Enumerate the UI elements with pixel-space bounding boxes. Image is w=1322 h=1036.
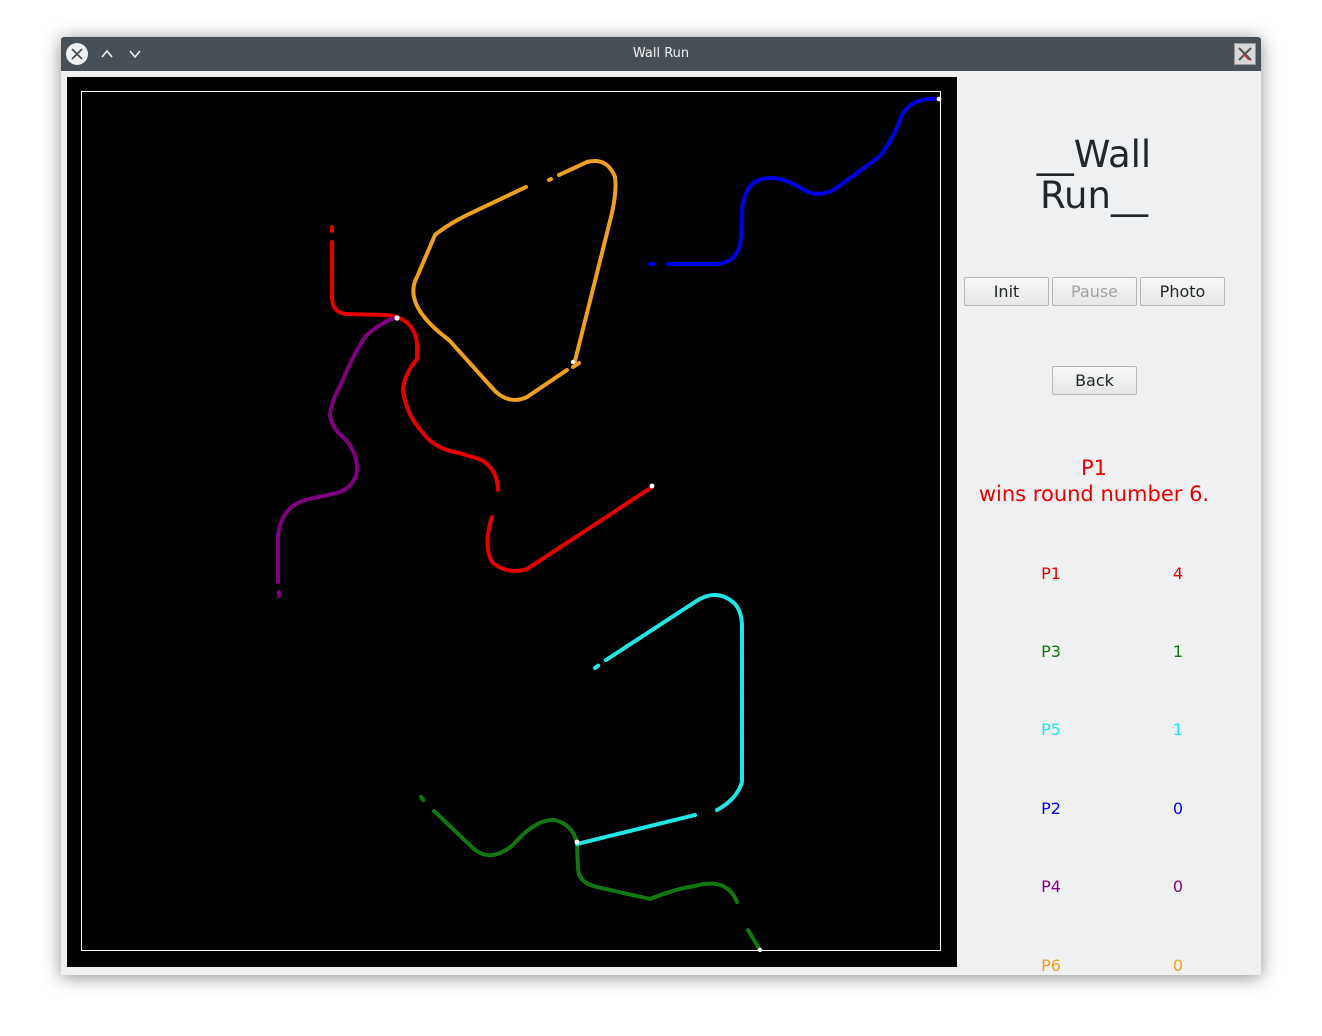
arena-border — [81, 91, 941, 951]
score-value: 1 — [1172, 642, 1184, 661]
score-value: 0 — [1172, 956, 1184, 975]
trail-p3 — [419, 795, 762, 952]
score-value: 0 — [1172, 877, 1184, 896]
title-bar[interactable]: Wall Run — [61, 37, 1261, 71]
winner-player: P1 — [1080, 456, 1108, 480]
game-title-line1: __Wall — [1036, 133, 1152, 176]
trail-p4 — [276, 316, 397, 599]
trail-p1 — [330, 225, 654, 573]
score-row: P3 1 — [957, 642, 1261, 666]
game-board — [81, 91, 942, 953]
trail-p5 — [575, 593, 744, 846]
trail-p6 — [411, 159, 618, 402]
game-title-line2: Run__ — [1040, 174, 1148, 217]
init-button[interactable]: Init — [964, 277, 1049, 306]
score-player-name: P1 — [1041, 564, 1061, 583]
score-player-name: P2 — [1041, 799, 1061, 818]
app-icon[interactable] — [1234, 43, 1256, 65]
score-value: 1 — [1172, 720, 1184, 739]
score-row: P6 0 — [957, 956, 1261, 980]
score-value: 0 — [1172, 799, 1184, 818]
p1-head-marker — [649, 483, 655, 489]
p3-head-marker — [757, 947, 763, 953]
score-player-name: P4 — [1041, 877, 1061, 896]
control-panel: __Wall Run__ Init Pause Photo Back P1 wi… — [957, 71, 1261, 975]
score-row: P2 0 — [957, 799, 1261, 823]
trail-p2 — [648, 96, 941, 267]
game-canvas[interactable] — [67, 77, 957, 967]
score-player-name: P3 — [1041, 642, 1061, 661]
score-player-name: P6 — [1041, 956, 1061, 975]
score-value: 4 — [1172, 564, 1184, 583]
back-button[interactable]: Back — [1052, 366, 1137, 395]
score-row: P4 0 — [957, 877, 1261, 901]
window-title: Wall Run — [632, 46, 690, 61]
score-row: P5 1 — [957, 720, 1261, 744]
p6-head-marker — [570, 359, 576, 365]
score-row: P1 4 — [957, 564, 1261, 588]
winner-message: wins round number 6. — [978, 482, 1210, 506]
p4-head-marker — [394, 315, 400, 321]
score-player-name: P5 — [1041, 720, 1061, 739]
pause-button[interactable]: Pause — [1052, 277, 1137, 306]
photo-button[interactable]: Photo — [1140, 277, 1225, 306]
p2-head-marker — [936, 96, 942, 102]
app-window: Wall Run __Wall Run__ Init Pause Photo B… — [61, 37, 1261, 975]
p5-head-marker — [574, 839, 580, 845]
